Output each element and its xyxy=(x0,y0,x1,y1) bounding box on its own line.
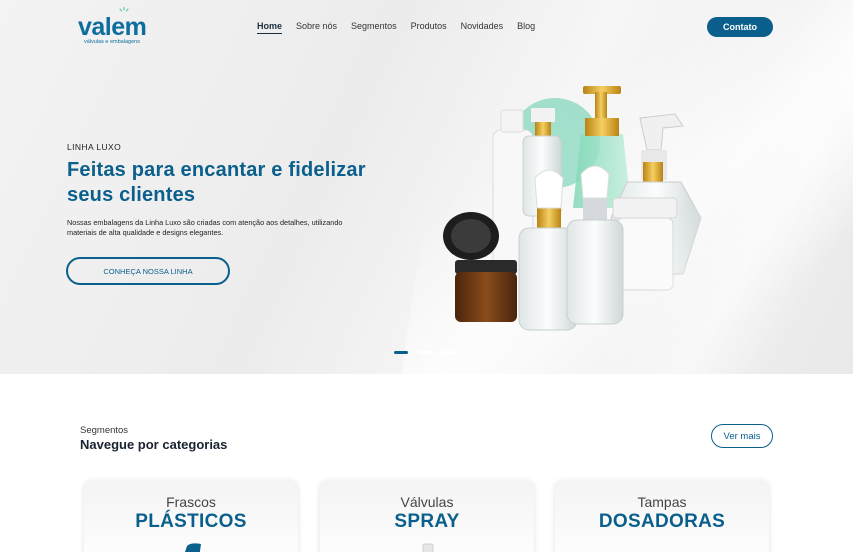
category-card-tampas[interactable]: Tampas DOSADORAS xyxy=(555,480,769,552)
spray-valve-image xyxy=(422,543,434,552)
category-card-frascos[interactable]: Frascos PLÁSTICOS xyxy=(84,480,298,552)
slider-dot-3[interactable] xyxy=(442,351,456,354)
logo-tagline: válvulas e embalagens xyxy=(84,39,140,45)
segments-title: Navegue por categorias xyxy=(80,437,228,452)
hero-description: Nossas embalagens da Linha Luxo são cria… xyxy=(67,218,343,237)
hero-title: Feitas para encantar e fidelizar seus cl… xyxy=(67,159,366,206)
hero-eyebrow: LINHA LUXO xyxy=(67,142,122,152)
category-card-title: DOSADORAS xyxy=(598,511,726,532)
hero-banner: valem válvulas e embalagens Home Sobre n… xyxy=(0,0,853,374)
segments-eyebrow: Segmentos xyxy=(80,425,129,436)
nav-segmentos[interactable]: Segmentos xyxy=(351,21,397,34)
slider-pagination xyxy=(394,351,456,354)
nav-produtos[interactable]: Produtos xyxy=(411,21,447,34)
category-card-subtitle: Frascos xyxy=(166,494,216,510)
logo-wordmark: valem xyxy=(78,13,147,41)
logo[interactable]: valem válvulas e embalagens xyxy=(78,7,158,46)
category-card-valvulas[interactable]: Válvulas SPRAY xyxy=(320,480,534,552)
nav-sobre-nos[interactable]: Sobre nós xyxy=(296,21,337,34)
nav-home[interactable]: Home xyxy=(257,21,283,34)
slider-dot-2[interactable] xyxy=(418,351,432,354)
dosing-cap-image xyxy=(632,538,692,552)
main-nav: Home Sobre nós Segmentos Produtos Novida… xyxy=(257,21,549,34)
luxury-bottles-image xyxy=(443,86,702,331)
category-card-subtitle: Válvulas xyxy=(400,494,454,510)
nav-blog[interactable]: Blog xyxy=(517,21,535,34)
hero-cta-button[interactable]: CONHEÇA NOSSA LINHA xyxy=(66,257,230,285)
contact-button[interactable]: Contato xyxy=(707,17,773,37)
category-card-title: PLÁSTICOS xyxy=(135,511,247,532)
nav-novidades[interactable]: Novidades xyxy=(461,21,504,34)
category-card-subtitle: Tampas xyxy=(637,494,687,510)
see-more-button[interactable]: Ver mais xyxy=(711,424,773,448)
plastic-bottle-image xyxy=(185,543,201,552)
slider-dot-1[interactable] xyxy=(394,351,408,354)
category-card-title: SPRAY xyxy=(394,511,460,532)
